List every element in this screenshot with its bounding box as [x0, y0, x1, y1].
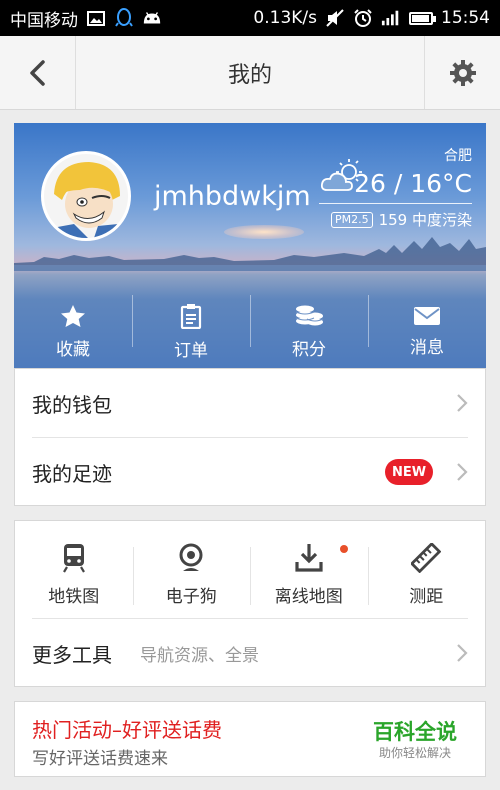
tool-offline-map[interactable]: 离线地图 [250, 543, 368, 618]
download-icon [295, 544, 323, 572]
promo-banner[interactable]: 热门活动–好评送话费 写好评送话费速来 百科全说 助你轻松解决 [14, 701, 486, 777]
carrier-name: 中国移动 [10, 10, 78, 31]
signal-icon [381, 9, 401, 27]
promo-subtitle: 写好评送话费速来 [32, 749, 168, 769]
android-icon [142, 9, 162, 27]
weather-divider [319, 203, 472, 204]
pm-label: PM2.5 [330, 211, 373, 228]
ruler-icon [411, 543, 442, 573]
footprint-label: 我的足迹 [32, 461, 112, 486]
tool-subway-map[interactable]: 地铁图 [15, 543, 133, 618]
pm-value: 159 中度污染 [378, 211, 472, 229]
favorites-button[interactable]: 收藏 [14, 295, 132, 368]
clock: 15:54 [441, 8, 490, 28]
star-icon [61, 304, 85, 327]
username: jmhbdwkjm [154, 181, 311, 212]
alarm-icon [353, 9, 373, 27]
tool-label: 地铁图 [48, 587, 100, 607]
envelope-icon [414, 306, 440, 325]
notification-dot [340, 545, 348, 553]
mute-icon [325, 9, 345, 27]
messages-label: 消息 [410, 337, 444, 358]
subway-icon [62, 544, 85, 573]
tool-label: 离线地图 [274, 587, 343, 607]
chevron-right-icon [457, 394, 468, 412]
chevron-right-icon [457, 644, 468, 662]
wallet-row[interactable]: 我的钱包 [32, 369, 468, 437]
tools-grid: 地铁图 电子狗 离线地图 测距 [15, 543, 485, 618]
coins-icon [295, 305, 324, 325]
more-tools-label: 更多工具 [32, 642, 112, 667]
account-card: 我的钱包 我的足迹 NEW [14, 368, 486, 506]
clipboard-icon [180, 303, 202, 329]
tool-label: 电子狗 [165, 587, 217, 607]
network-speed: 0.13K/s [253, 8, 317, 28]
title-bar: 我的 [0, 36, 500, 110]
favorites-label: 收藏 [56, 339, 90, 360]
chevron-left-icon [29, 59, 45, 86]
footprint-row[interactable]: 我的足迹 NEW [32, 438, 468, 506]
battery-icon [409, 11, 436, 25]
user-avatar[interactable] [41, 151, 131, 241]
wallet-label: 我的钱包 [32, 392, 112, 417]
camera-icon [179, 543, 203, 571]
messages-button[interactable]: 消息 [368, 295, 486, 368]
watermark-subtitle: 助你轻松解决 [378, 746, 451, 760]
profile-actions: 收藏 订单 积分 消息 [14, 295, 486, 368]
image-icon [86, 9, 106, 27]
page-title: 我的 [227, 62, 272, 88]
promo-title: 热门活动–好评送话费 [32, 718, 222, 742]
qq-icon [114, 8, 134, 27]
tool-speed-camera[interactable]: 电子狗 [132, 543, 251, 618]
status-bar: 中国移动 0.13K/s 15:54 [0, 0, 500, 36]
temperature: 26 / 16°C [354, 169, 472, 198]
tool-label: 测距 [409, 587, 444, 607]
back-button[interactable] [0, 36, 76, 109]
tools-card: 地铁图 电子狗 离线地图 测距 更多工具 导航资源、全景 [14, 520, 486, 687]
profile-card: jmhbdwkjm 合肥 26 / 16°C PM2.5 159 中度污染 收藏… [14, 123, 486, 368]
chevron-right-icon [457, 463, 468, 481]
air-quality: PM2.5 159 中度污染 [330, 209, 472, 230]
more-tools-subtitle: 导航资源、全景 [140, 645, 259, 666]
new-badge: NEW [385, 459, 433, 485]
more-tools-row[interactable]: 更多工具 导航资源、全景 [32, 619, 468, 687]
orders-label: 订单 [174, 340, 208, 361]
settings-button[interactable] [424, 36, 500, 109]
tool-ruler[interactable]: 测距 [367, 543, 486, 618]
watermark-name: 百科全说 [373, 720, 457, 744]
orders-button[interactable]: 订单 [132, 295, 250, 368]
gear-icon [449, 59, 476, 86]
points-button[interactable]: 积分 [250, 295, 368, 368]
points-label: 积分 [292, 339, 326, 360]
weather-city: 合肥 [444, 148, 472, 164]
